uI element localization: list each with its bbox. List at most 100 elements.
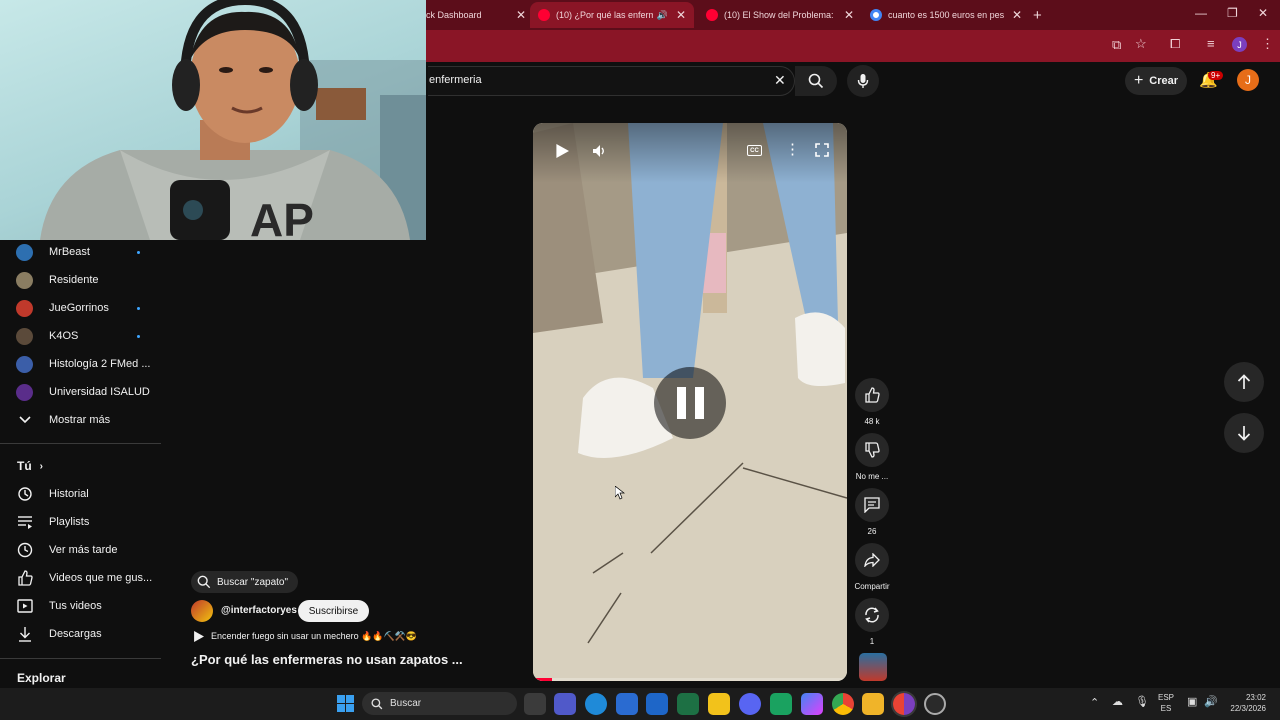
pause-icon-bar	[676, 387, 686, 419]
search-button[interactable]	[795, 66, 837, 96]
previous-short-button[interactable]	[1224, 362, 1264, 402]
sidebar-item-liked-videos[interactable]: Videos que me gus...	[0, 564, 160, 592]
subscribe-button[interactable]: Suscribirse	[298, 600, 369, 622]
outlook-icon[interactable]	[646, 693, 668, 715]
teams-icon[interactable]	[554, 693, 576, 715]
search-input[interactable]: enfermeria	[429, 74, 482, 86]
sidebar-item-subscription[interactable]: JueGorrinos	[0, 294, 160, 322]
you-section-header[interactable]: Tú ›	[17, 459, 43, 473]
user-avatar[interactable]: J	[1237, 69, 1259, 91]
new-content-dot	[137, 250, 140, 254]
comments-button[interactable]	[855, 488, 889, 522]
sidebar-item-subscription[interactable]: K4OS	[0, 322, 160, 350]
play-icon[interactable]	[555, 144, 569, 158]
sticky-notes-icon[interactable]	[708, 693, 730, 715]
browser-tab[interactable]: cuanto es 1500 euros en pesos ✕	[866, 2, 1026, 28]
next-short-button[interactable]	[1224, 413, 1264, 453]
new-tab-button[interactable]: +	[1033, 2, 1042, 28]
bookmark-star-icon[interactable]: ☆	[1135, 36, 1147, 52]
like-count: 48 k	[864, 417, 880, 426]
sidebar-item-subscription[interactable]: MrBeast	[0, 238, 160, 266]
comment-count: 26	[867, 527, 877, 536]
install-app-icon[interactable]: ⧉	[1112, 37, 1121, 53]
sidebar-item-playlists[interactable]: Playlists	[0, 508, 160, 536]
app-icon[interactable]	[770, 693, 792, 715]
new-content-dot	[137, 334, 140, 338]
channel-handle[interactable]: @interfactoryes	[221, 605, 297, 616]
create-button[interactable]: + Crear	[1125, 67, 1187, 95]
excel-icon[interactable]	[677, 693, 699, 715]
task-view-icon[interactable]	[524, 693, 546, 715]
close-icon[interactable]: ✕	[508, 8, 526, 22]
language-indicator[interactable]: ESP ES	[1158, 692, 1174, 714]
sidebar-item-history[interactable]: Historial	[0, 480, 160, 508]
fullscreen-icon[interactable]	[815, 143, 829, 157]
file-explorer-icon[interactable]	[862, 693, 884, 715]
taskbar-search-label: Buscar	[390, 698, 422, 709]
channel-avatar[interactable]	[191, 600, 213, 622]
profile-avatar[interactable]: J	[1232, 37, 1247, 52]
extensions-icon[interactable]: ⧠	[1170, 36, 1180, 52]
volume-tray-icon[interactable]: 🔊	[1204, 695, 1218, 708]
progress-fill	[533, 678, 552, 681]
arrow-down-icon	[1237, 426, 1251, 441]
sidebar-item-subscription[interactable]: Universidad ISALUD	[0, 378, 160, 406]
show-more-button[interactable]: Mostrar más	[0, 406, 160, 434]
browser-tab-active[interactable]: (10) ¿Por qué las enfermeras 🔊 ✕	[530, 2, 694, 28]
store-icon[interactable]	[616, 693, 638, 715]
windows-start-icon[interactable]	[337, 695, 354, 712]
search-box[interactable]: enfermeria ✕	[428, 66, 795, 96]
close-window-icon[interactable]: ✕	[1258, 6, 1268, 20]
progress-track[interactable]	[533, 678, 847, 681]
volume-icon[interactable]	[591, 143, 607, 159]
notifications-badge: 9+	[1208, 71, 1224, 80]
arrow-up-icon	[1237, 374, 1251, 389]
chrome-icon[interactable]	[832, 693, 854, 715]
close-icon[interactable]: ✕	[836, 8, 854, 22]
browser-tab[interactable]: (10) El Show del Problema: Prog ✕	[700, 2, 860, 28]
close-icon[interactable]: ✕	[668, 8, 686, 22]
like-button[interactable]	[855, 378, 889, 412]
sidebar-item-downloads[interactable]: Descargas	[0, 620, 160, 648]
sidebar-item-subscription[interactable]: Histología 2 FMed ...	[0, 350, 160, 378]
short-music-line[interactable]: Encender fuego sin usar un mechero 🔥🔥⛏️⚒…	[193, 631, 417, 642]
channel-avatar	[16, 327, 33, 345]
voice-search-button[interactable]	[847, 65, 879, 97]
short-title[interactable]: ¿Por qué las enfermeras no usan zapatos …	[191, 652, 463, 667]
clock[interactable]: 23:02 22/3/2026	[1222, 692, 1266, 714]
share-button[interactable]	[855, 543, 889, 577]
sidebar-item-your-videos[interactable]: Tus videos	[0, 592, 160, 620]
onedrive-icon[interactable]: ☁	[1112, 695, 1123, 708]
sidebar-item-watch-later[interactable]: Ver más tarde	[0, 536, 160, 564]
obs-icon[interactable]	[924, 693, 946, 715]
short-video-player[interactable]: CC ⋮	[533, 123, 847, 681]
clear-search-icon[interactable]: ✕	[774, 72, 786, 89]
maximize-icon[interactable]: ❐	[1227, 6, 1238, 20]
thumbs-up-icon	[16, 570, 33, 587]
discord-icon[interactable]	[739, 693, 761, 715]
speaker-icon[interactable]: 🔊	[657, 10, 668, 21]
browser-menu-icon[interactable]: ⋮	[1261, 36, 1274, 52]
network-icon[interactable]: ▣	[1187, 695, 1197, 708]
media-control-icon[interactable]: ≡	[1207, 36, 1215, 51]
captions-icon[interactable]: CC	[747, 145, 762, 156]
remix-button[interactable]	[855, 598, 889, 632]
browser-tab[interactable]: ck Dashboard ✕	[426, 2, 526, 28]
sidebar-item-subscription[interactable]: Residente	[0, 266, 160, 294]
more-options-icon[interactable]: ⋮	[785, 140, 800, 158]
minimize-icon[interactable]: —	[1195, 6, 1207, 20]
sound-thumbnail[interactable]	[859, 653, 887, 681]
chevron-up-icon[interactable]: ⌃	[1090, 696, 1099, 709]
chrome-profile-icon[interactable]	[893, 693, 915, 715]
dislike-button[interactable]	[855, 433, 889, 467]
edge-icon[interactable]	[585, 693, 607, 715]
taskbar-search[interactable]: Buscar	[362, 692, 517, 715]
comment-icon	[864, 497, 880, 513]
microphone-tray-icon[interactable]: 🎙	[1135, 695, 1149, 708]
pause-overlay-button[interactable]	[654, 367, 726, 439]
copilot-icon[interactable]	[801, 693, 823, 715]
you-section-label: Tú	[17, 459, 32, 473]
close-icon[interactable]: ✕	[1004, 8, 1022, 22]
channel-avatar	[16, 355, 33, 373]
search-suggestion-chip[interactable]: Buscar "zapato"	[191, 571, 298, 593]
